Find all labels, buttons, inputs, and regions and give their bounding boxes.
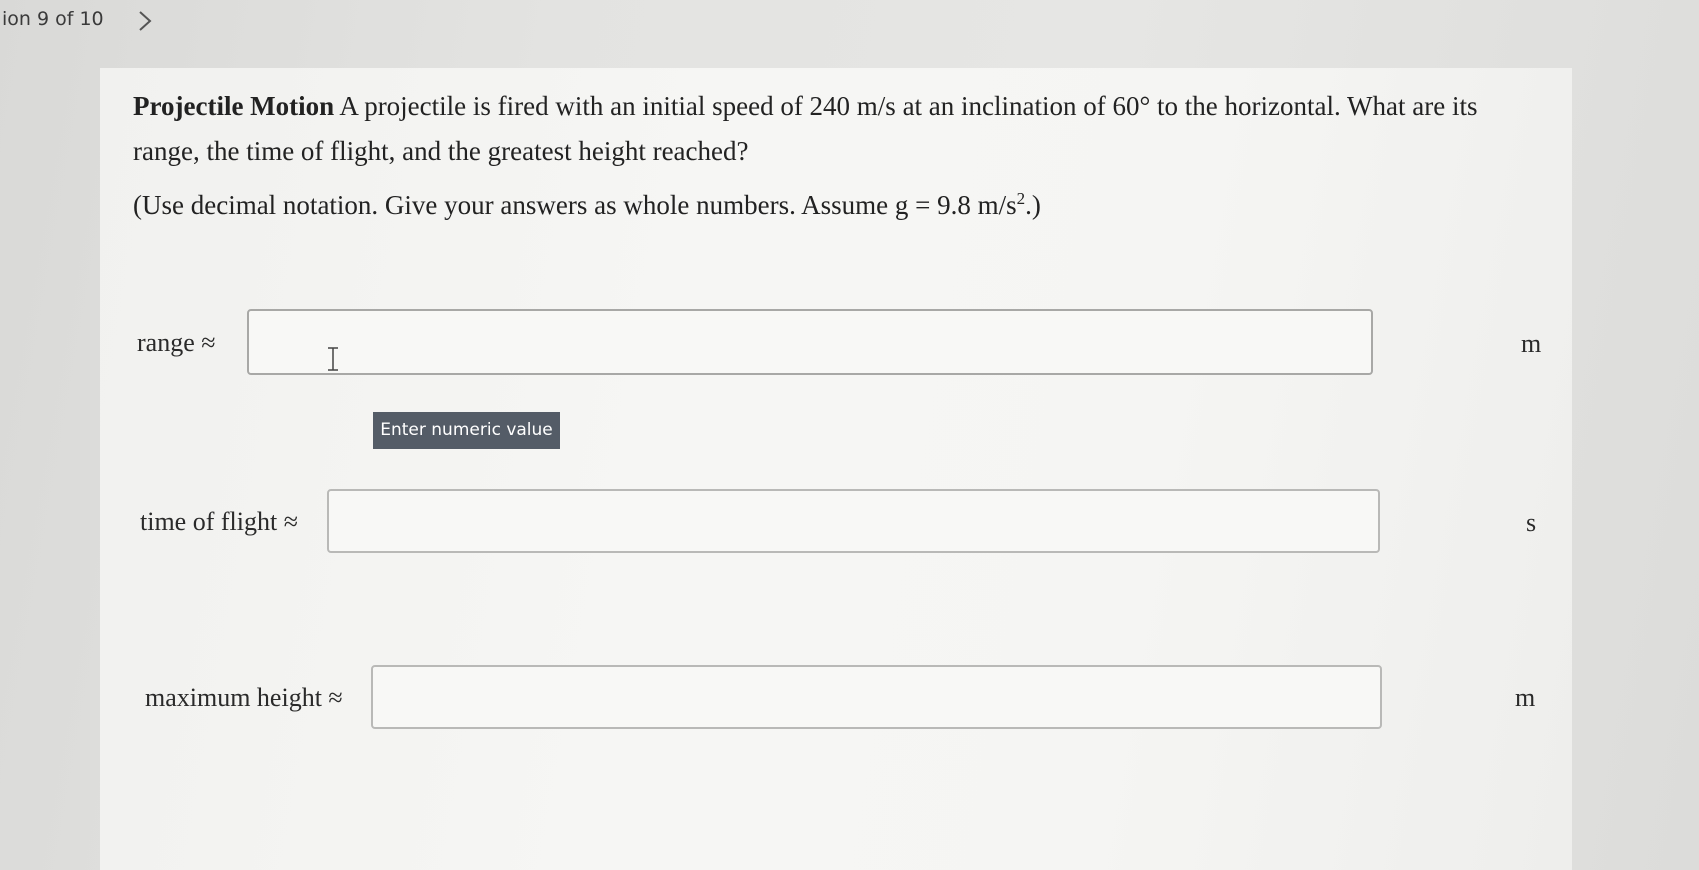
question-card: Projectile Motion A projectile is fired … <box>100 68 1572 870</box>
time-of-flight-unit: s <box>1526 508 1537 537</box>
time-of-flight-input[interactable] <box>327 489 1380 553</box>
range-input[interactable] <box>247 309 1373 375</box>
time-of-flight-label: time of flight ≈ <box>140 507 298 536</box>
chevron-right-icon[interactable] <box>134 8 158 34</box>
note-prefix: (Use decimal notation. Give your answers… <box>133 190 895 220</box>
problem-statement: Projectile Motion A projectile is fired … <box>133 84 1533 174</box>
range-unit: m <box>1521 329 1542 358</box>
maximum-height-label: maximum height ≈ <box>145 683 343 712</box>
problem-text: A projectile is fired with an initial sp… <box>133 91 1478 166</box>
numeric-value-tooltip: Enter numeric value <box>373 412 560 449</box>
note-suffix: .) <box>1025 190 1041 220</box>
question-nav-bar: ion 9 of 10 <box>0 0 1699 45</box>
question-counter: ion 9 of 10 <box>2 8 104 30</box>
text-cursor-icon <box>328 347 338 371</box>
range-label: range ≈ <box>137 328 216 357</box>
problem-title: Projectile Motion <box>133 91 335 121</box>
gravity-exponent: 2 <box>1016 189 1026 208</box>
maximum-height-unit: m <box>1515 683 1536 712</box>
maximum-height-input[interactable] <box>371 665 1382 729</box>
instructions-note: (Use decimal notation. Give your answers… <box>133 183 1433 228</box>
gravity-expression: g = 9.8 m/s <box>894 190 1017 220</box>
